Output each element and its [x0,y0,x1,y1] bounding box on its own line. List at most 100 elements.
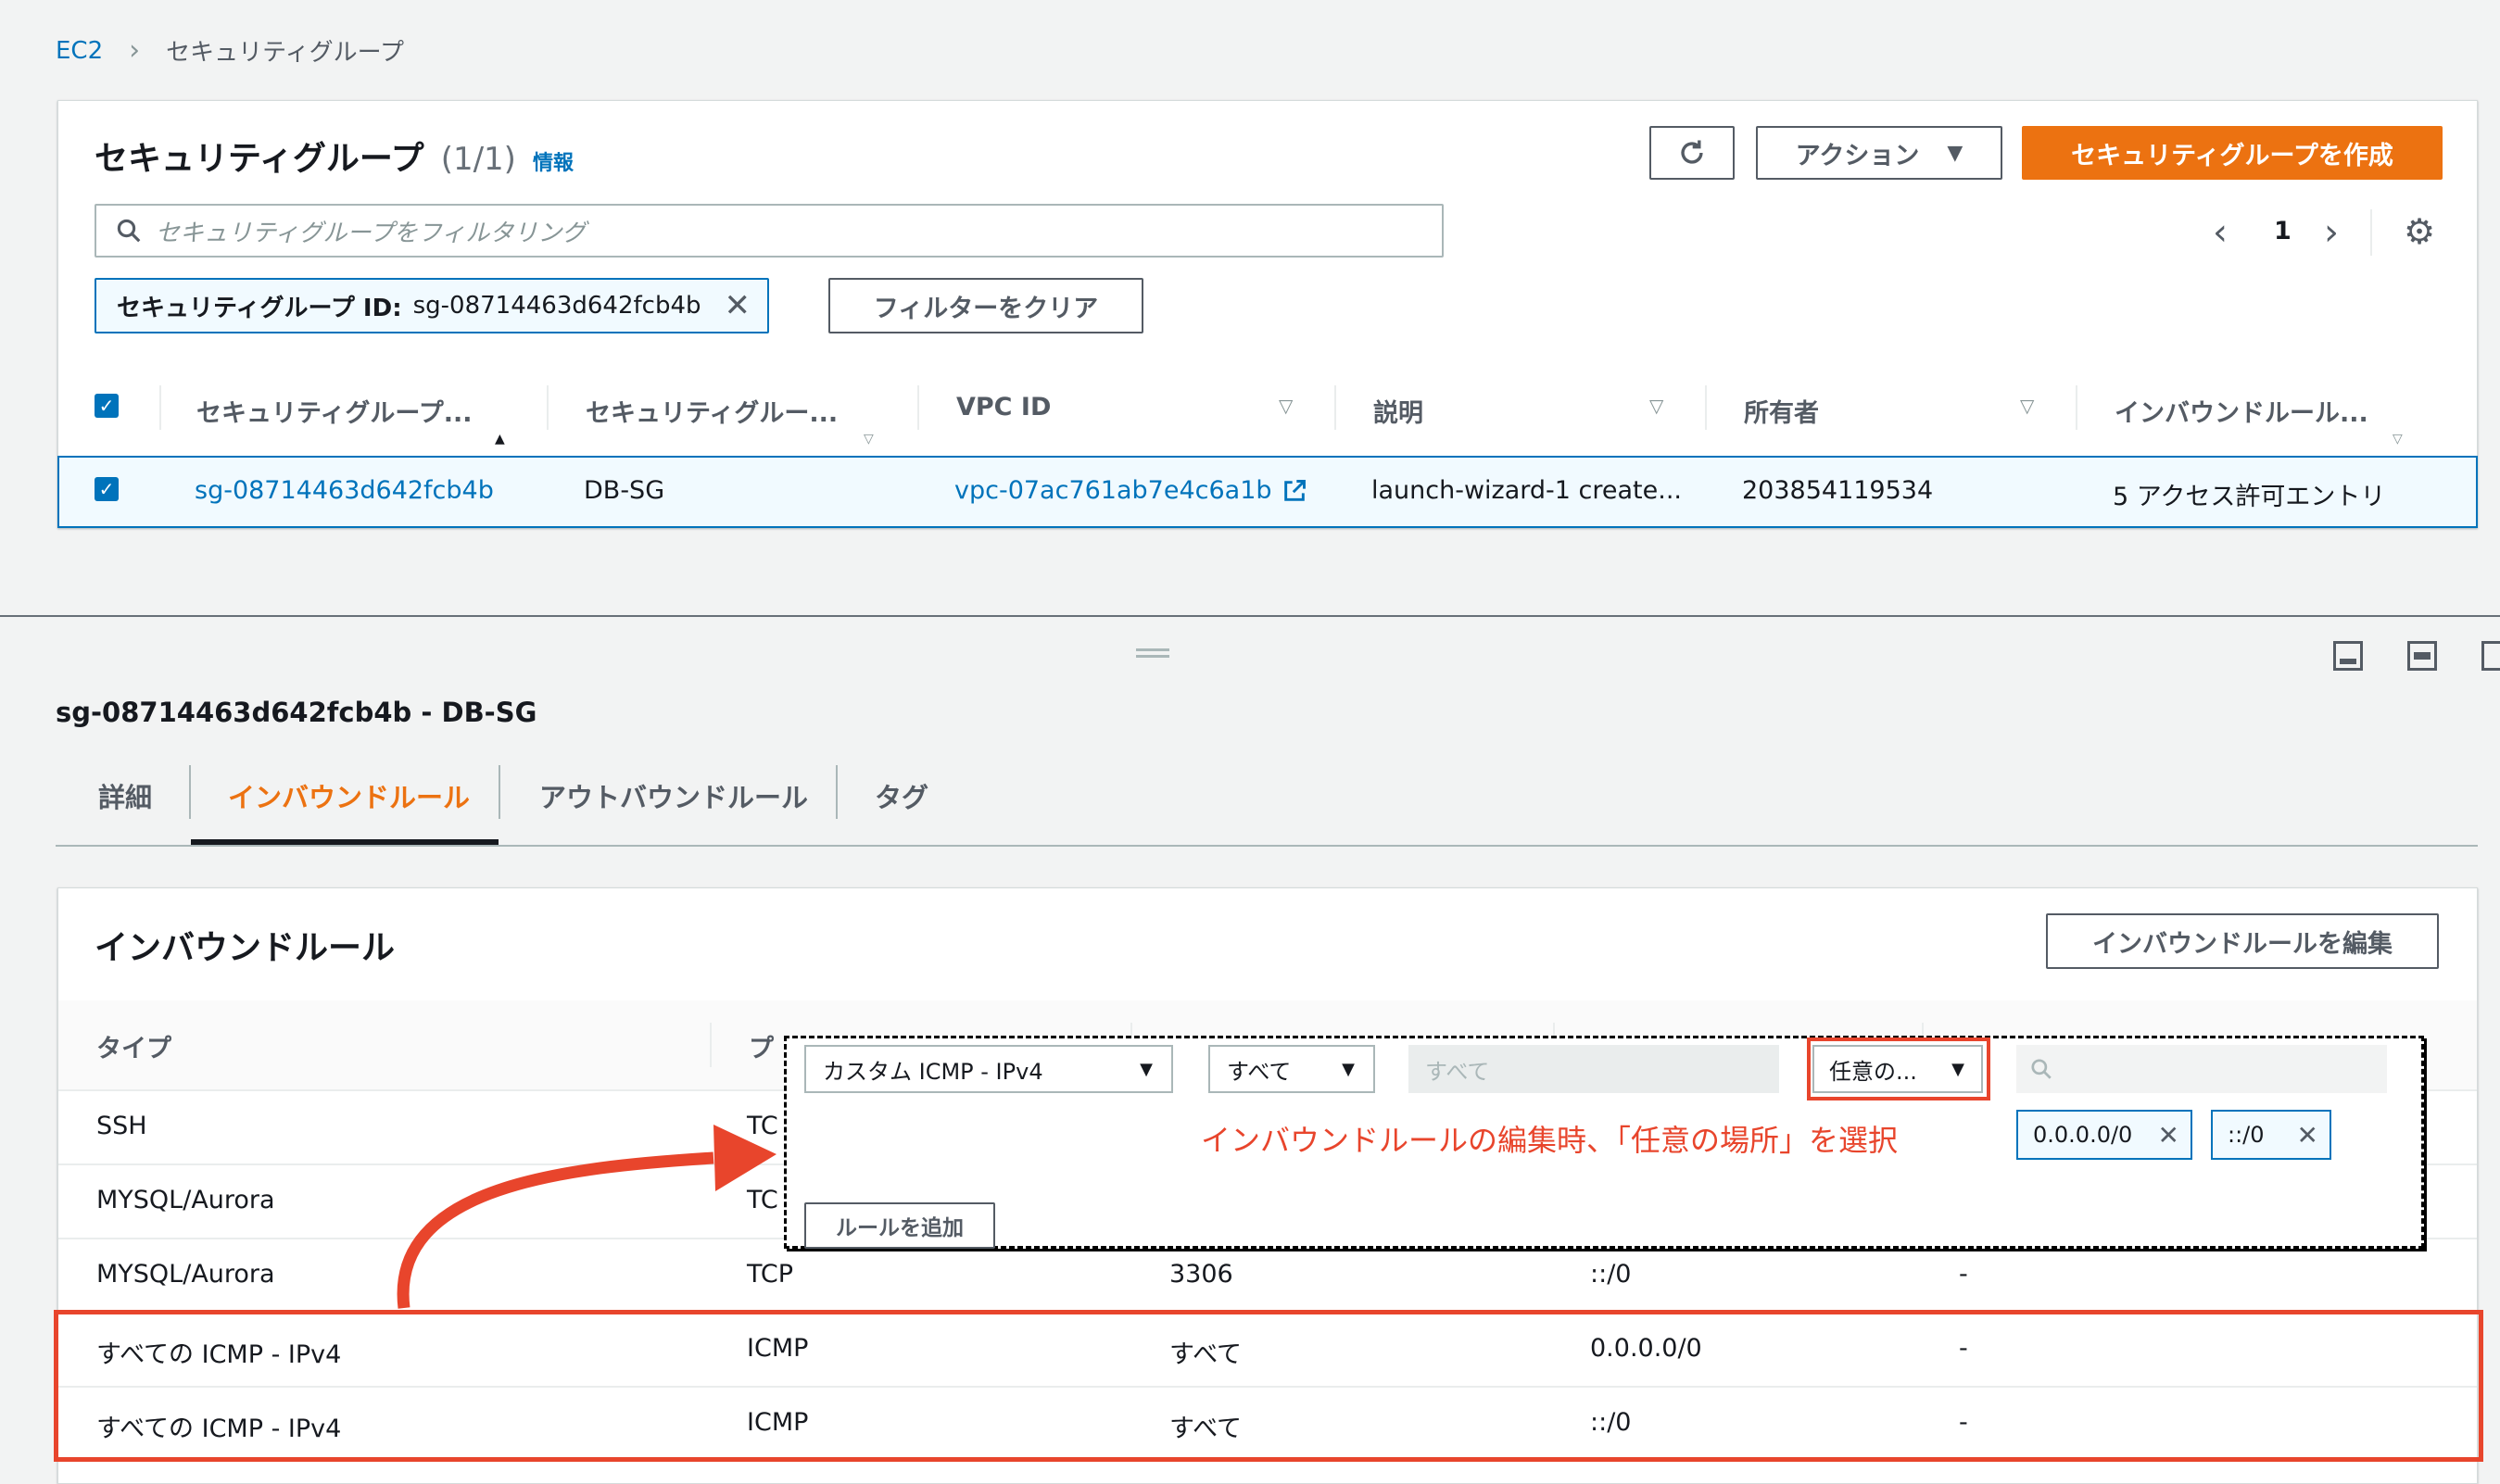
breadcrumb: EC2 › セキュリティグループ [56,33,404,68]
close-icon[interactable]: ✕ [725,287,751,324]
tab-divider [836,765,838,819]
create-security-group-button[interactable]: セキュリティグループを作成 [2022,126,2443,180]
column-divider [547,385,549,430]
sort-icon[interactable]: ▽ [1279,395,1293,417]
tab-tags[interactable]: タグ [875,776,928,815]
pagination-divider [2370,209,2372,256]
clear-filter-button[interactable]: フィルターをクリア [828,278,1143,333]
cidr-search-input[interactable] [2016,1045,2387,1093]
detail-title: sg-08714463d642fcb4b - DB-SG [56,697,537,728]
rule-type-mysql: MYSQL/Aurora [96,1260,275,1289]
filter-token: セキュリティグループ ID: sg-08714463d642fcb4b ✕ [95,278,769,333]
rule-port: 3306 [1169,1260,1233,1289]
caret-down-icon: ▼ [1342,1059,1355,1079]
caret-down-icon: ▼ [1947,141,1963,165]
source-highlight-box [1807,1038,1990,1100]
rule-type-ssh: SSH [96,1112,147,1140]
rule-source: ::/0 [1590,1260,1632,1289]
sg-id-link[interactable]: sg-08714463d642fcb4b [195,476,494,505]
tab-divider [499,765,500,819]
close-icon[interactable]: ✕ [2297,1120,2318,1151]
column-header-vpc[interactable]: VPC ID [956,393,1051,421]
rule-type-mysql: MYSQL/Aurora [96,1186,275,1214]
type-select[interactable]: カスタム ICMP - IPv4 ▼ [804,1045,1173,1093]
cidr-token-ipv6-value: ::/0 [2228,1122,2265,1148]
edit-inbound-rules-button[interactable]: インバウンドルールを編集 [2046,913,2439,969]
cidr-token-ipv4-value: 0.0.0.0/0 [2033,1122,2133,1148]
search-placeholder: セキュリティグループをフィルタリング [156,219,587,247]
filter-token-value: sg-08714463d642fcb4b [412,292,701,320]
column-header-owner[interactable]: 所有者 [1744,393,1819,429]
panel-header: セキュリティグループ (1/1) 情報 [95,132,574,180]
cidr-token-ipv6: ::/0 ✕ [2211,1110,2331,1160]
inbound-rules-cell: 5 アクセス許可エントリ [2113,483,2386,511]
refresh-icon [1681,140,1703,164]
panel-side-icon[interactable] [2407,641,2437,671]
highlight-box [54,1310,2483,1462]
vpc-link[interactable]: vpc-07ac761ab7e4c6a1b [954,476,1307,505]
page-title: セキュリティグループ [95,140,424,178]
close-icon[interactable]: ✕ [2158,1120,2179,1151]
port-range-value: すべて [1425,1058,1490,1085]
panel-right-icon[interactable] [2481,641,2500,671]
search-icon [2031,1059,2052,1079]
breadcrumb-ec2-link[interactable]: EC2 [56,37,103,65]
add-rule-button[interactable]: ルールを追加 [804,1202,995,1249]
page-number[interactable]: 1 [2274,217,2292,245]
filter-token-label: セキュリティグループ ID: [117,294,402,322]
column-header-description[interactable]: 説明 [1373,393,1423,429]
protocol-select[interactable]: すべて ▼ [1208,1045,1375,1093]
protocol-select-value: すべて [1227,1058,1292,1085]
column-divider [917,385,919,430]
tab-outbound-rules[interactable]: アウトバウンドルール [539,776,808,815]
rule-description: - [1959,1260,1968,1289]
select-all-checkbox[interactable]: ✓ [95,394,119,418]
inbound-rules-title: インバウンドルール [95,929,396,967]
annotation-arrow-icon [397,1125,777,1309]
tab-details[interactable]: 詳細 [98,776,152,815]
row-checkbox[interactable]: ✓ [95,477,119,501]
actions-label: アクション [1795,141,1920,170]
sort-icon[interactable]: ▽ [2393,432,2403,446]
column-divider [710,1023,712,1067]
sort-icon[interactable]: ▽ [864,432,874,446]
type-select-value: カスタム ICMP - IPv4 [823,1058,1043,1085]
prev-page-icon[interactable]: ‹ [2213,211,2228,254]
sg-name-cell: DB-SG [584,476,665,505]
column-divider [1334,385,1336,430]
column-header-type[interactable]: タイプ [96,1028,171,1064]
sort-icon[interactable]: ▽ [2020,395,2034,417]
drag-handle-icon[interactable] [1136,648,1169,651]
owner-cell: 203854119534 [1742,476,1934,505]
gear-icon[interactable]: ⚙ [2404,211,2435,252]
cidr-token-ipv4: 0.0.0.0/0 ✕ [2016,1110,2192,1160]
description-cell: launch-wizard-1 create... [1371,476,1682,505]
column-header-inbound[interactable]: インバウンドルール... [2115,393,2368,429]
tabs-underline [56,845,2478,847]
tab-inbound-rules[interactable]: インバウンドルール [228,776,470,815]
column-header-sg-name[interactable]: セキュリティグルー... [586,393,838,429]
refresh-button[interactable] [1649,126,1735,180]
port-range-input: すべて [1408,1045,1779,1093]
item-count: (1/1) [440,141,516,178]
search-input[interactable]: セキュリティグループをフィルタリング [95,204,1444,258]
tab-divider [189,765,191,819]
vpc-id-text: vpc-07ac761ab7e4c6a1b [954,476,1272,505]
column-divider [2076,385,2077,430]
next-page-icon[interactable]: › [2324,211,2339,254]
annotation-text: インバウンドルールの編集時、「任意の場所」を選択 [1201,1123,1899,1158]
sort-icon[interactable]: ▽ [1649,395,1663,417]
column-header-protocol[interactable]: プ [749,1028,774,1064]
breadcrumb-current: セキュリティグループ [166,39,405,67]
external-link-icon [1283,479,1306,501]
column-divider [159,385,161,430]
caret-down-icon: ▼ [1140,1059,1153,1079]
panel-bottom-icon[interactable] [2333,641,2363,671]
sort-ascending-icon[interactable]: ▲ [495,432,505,446]
column-header-sg-id[interactable]: セキュリティグループ... [196,393,473,429]
split-divider[interactable] [0,615,2500,617]
chevron-right-icon: › [129,34,141,67]
column-divider [1705,385,1707,430]
info-link[interactable]: 情報 [533,146,574,176]
actions-button[interactable]: アクション ▼ [1756,126,2002,180]
